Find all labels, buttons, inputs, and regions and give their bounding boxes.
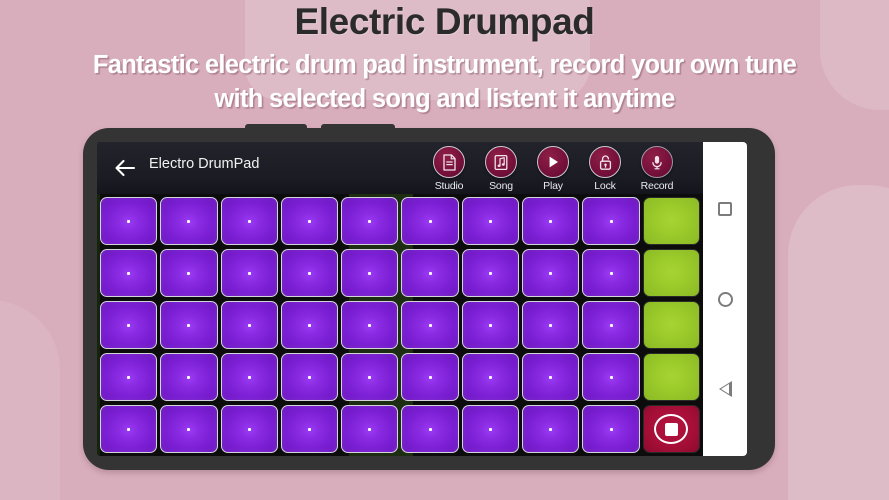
drum-pad[interactable] [160, 405, 218, 453]
drum-pad[interactable] [280, 301, 339, 349]
app-header: Electro DrumPad Studio Song Play Lock Re… [97, 142, 703, 194]
drum-pad[interactable] [160, 249, 218, 297]
stop-square-glyph [664, 422, 678, 436]
background-shape-right [788, 185, 889, 500]
drum-pad[interactable] [522, 301, 580, 349]
drum-pad[interactable] [220, 301, 278, 349]
drum-pad[interactable] [280, 197, 339, 245]
promo-title: Electric Drumpad [294, 1, 595, 42]
back-arrow-icon[interactable] [103, 146, 147, 190]
square-icon [718, 202, 732, 216]
toolbar-item-lock[interactable]: Lock [585, 146, 625, 192]
drum-pad[interactable] [461, 249, 520, 297]
drum-pad-grid [100, 197, 700, 453]
drum-pad[interactable] [100, 301, 158, 349]
toolbar-label-record: Record [640, 180, 674, 192]
app-title: Electro DrumPad [149, 156, 260, 172]
drum-pad[interactable] [341, 249, 399, 297]
drum-pad[interactable] [401, 353, 459, 401]
drum-pad[interactable] [582, 405, 640, 453]
drum-pad[interactable] [100, 405, 158, 453]
drum-pad[interactable] [582, 353, 640, 401]
drum-pad-green[interactable] [642, 353, 700, 401]
toolbar-item-record[interactable]: Record [637, 146, 677, 192]
drum-pad[interactable] [220, 249, 278, 297]
drumpad-app: Electro DrumPad Studio Song Play Lock Re… [97, 142, 703, 456]
drum-pad[interactable] [461, 405, 520, 453]
toolbar-item-studio[interactable]: Studio [429, 146, 469, 192]
play-icon [537, 146, 569, 178]
drum-pad[interactable] [522, 405, 580, 453]
drum-pad[interactable] [401, 249, 459, 297]
drum-pad[interactable] [341, 197, 399, 245]
drum-pad[interactable] [401, 301, 459, 349]
drum-pad-surface [97, 194, 703, 456]
drum-pad[interactable] [280, 353, 339, 401]
drum-pad[interactable] [220, 353, 278, 401]
drum-pad[interactable] [522, 353, 580, 401]
toolbar-label-play: Play [543, 180, 563, 192]
app-toolbar: Studio Song Play Lock Record [429, 146, 677, 192]
document-icon [433, 146, 465, 178]
drum-pad[interactable] [160, 197, 218, 245]
drum-pad[interactable] [280, 249, 339, 297]
promo-subtitle: Fantastic electric drum pad instrument, … [0, 48, 889, 116]
open-padlock-icon [589, 146, 621, 178]
phone-frame-nub [321, 124, 395, 130]
drum-pad[interactable] [341, 405, 399, 453]
drum-pad-green[interactable] [642, 249, 700, 297]
music-note-icon [485, 146, 517, 178]
recents-button[interactable] [710, 194, 740, 224]
drum-pad[interactable] [582, 249, 640, 297]
toolbar-label-studio: Studio [434, 180, 464, 192]
promo-subtitle-line-2: with selected song and listent it anytim… [214, 85, 675, 113]
drum-pad[interactable] [280, 405, 339, 453]
promo-subtitle-line-1: Fantastic electric drum pad instrument, … [92, 51, 797, 79]
drum-pad[interactable] [461, 197, 520, 245]
microphone-icon [641, 146, 673, 178]
drum-pad[interactable] [100, 249, 158, 297]
stop-record-pad[interactable] [642, 405, 700, 453]
drum-pad[interactable] [522, 249, 580, 297]
android-nav-bar [703, 142, 747, 456]
toolbar-item-song[interactable]: Song [481, 146, 521, 192]
stop-record-icon [654, 414, 689, 444]
drum-pad[interactable] [100, 197, 158, 245]
drum-pad[interactable] [401, 405, 459, 453]
drum-pad[interactable] [341, 353, 399, 401]
drum-pad[interactable] [461, 353, 520, 401]
toolbar-item-play[interactable]: Play [533, 146, 573, 192]
back-button-nav[interactable] [710, 374, 740, 404]
background-shape-left [0, 300, 60, 500]
drum-pad[interactable] [582, 301, 640, 349]
drum-pad[interactable] [100, 353, 158, 401]
drum-pad[interactable] [160, 353, 218, 401]
drum-pad[interactable] [341, 301, 399, 349]
home-button[interactable] [710, 284, 740, 314]
drum-pad[interactable] [522, 197, 580, 245]
drum-pad-green[interactable] [642, 301, 700, 349]
drum-pad[interactable] [220, 405, 278, 453]
drum-pad-green[interactable] [642, 197, 700, 245]
phone-frame: Electro DrumPad Studio Song Play Lock Re… [83, 124, 775, 470]
drum-pad[interactable] [461, 301, 520, 349]
triangle-back-icon [718, 381, 732, 397]
toolbar-label-song: Song [489, 180, 513, 192]
drum-pad[interactable] [220, 197, 278, 245]
drum-pad[interactable] [401, 197, 459, 245]
drum-pad[interactable] [160, 301, 218, 349]
drum-pad[interactable] [582, 197, 640, 245]
phone-frame-nub [245, 124, 307, 130]
phone-screen: Electro DrumPad Studio Song Play Lock Re… [97, 142, 747, 456]
toolbar-label-lock: Lock [594, 180, 616, 192]
circle-icon [717, 291, 733, 307]
